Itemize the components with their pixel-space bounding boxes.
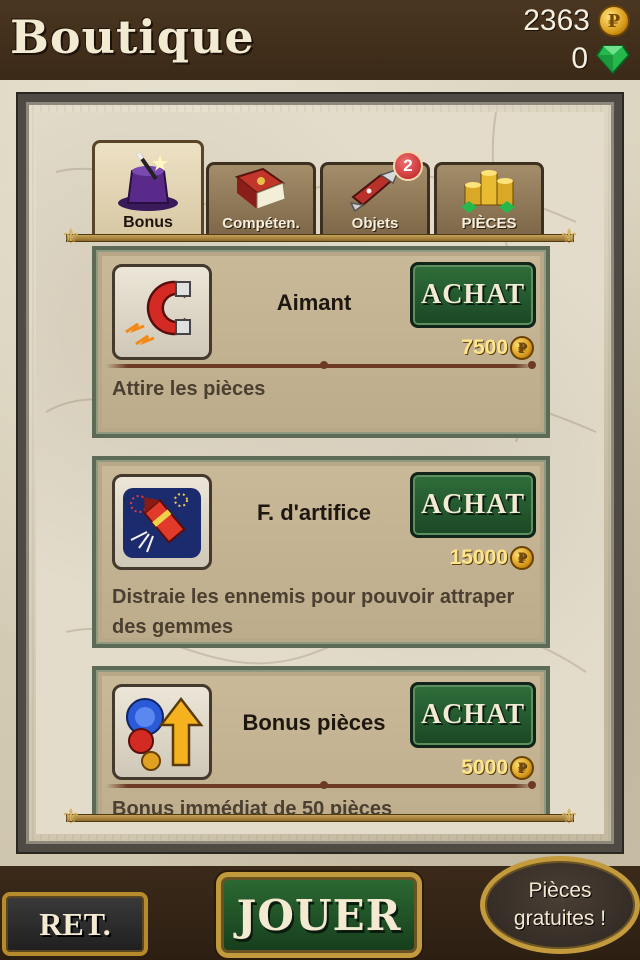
magic-hat-icon	[118, 151, 178, 211]
free-coins-button[interactable]: Pièces gratuites !	[480, 856, 640, 954]
item-description: Bonus immédiat de 50 pièces	[112, 798, 393, 814]
shop-item-aimant: Aimant ACHAT 7500 ₽ Attire les pièces	[92, 246, 550, 438]
coin-icon: ₽	[510, 546, 534, 570]
category-tabs: Bonus Compéten. 2 Objets PIÈCES	[92, 140, 550, 236]
fleur-icon: ⚜	[559, 225, 579, 250]
coin-icon: ₽	[510, 756, 534, 780]
page-title: Boutique	[10, 10, 255, 64]
price-value: 5000	[461, 756, 508, 779]
coin-balance: 2363 ₽	[523, 4, 630, 38]
buy-button-bonus-pieces[interactable]: ACHAT	[410, 682, 536, 748]
coin-stacks-icon	[461, 170, 515, 213]
item-name: Aimant	[276, 290, 352, 315]
spellbook-icon	[234, 167, 286, 210]
item-price: 15000 ₽	[450, 546, 534, 570]
coin-boost-icon	[126, 696, 204, 771]
item-price: 7500 ₽	[461, 336, 534, 360]
shop-item-bonus-pieces: Bonus pièces ACHAT 5000 ₽ Bonus immédiat…	[92, 666, 550, 814]
coin-icon: ₽	[510, 336, 534, 360]
shop-item-artifice: F. d'artifice ACHAT 15000 ₽ Distraie les…	[92, 456, 550, 648]
item-icon-frame	[112, 264, 212, 360]
gem-icon	[596, 45, 630, 74]
objets-badge: 2	[393, 151, 423, 181]
fleur-icon: ⚜	[61, 225, 81, 250]
item-name: F. d'artifice	[256, 500, 372, 525]
fleur-icon: ⚜	[61, 805, 81, 830]
back-button[interactable]: RET.	[2, 892, 148, 956]
tab-bonus[interactable]: Bonus	[92, 140, 204, 236]
item-panel: F. d'artifice ACHAT 15000 ₽ Distraie les…	[102, 466, 540, 638]
fleur-icon: ⚜	[559, 805, 579, 830]
item-panel: Bonus pièces ACHAT 5000 ₽ Bonus immédiat…	[102, 676, 540, 814]
firework-icon	[123, 488, 201, 558]
tab-competences[interactable]: Compéten.	[206, 162, 316, 236]
tab-label: Compéten.	[222, 215, 300, 232]
gold-rail-bottom: ⚜ ⚜	[61, 805, 579, 830]
magnet-icon	[125, 280, 191, 346]
shop-item-list[interactable]: Aimant ACHAT 7500 ₽ Attire les pièces F.…	[92, 242, 550, 814]
item-price: 5000 ₽	[461, 756, 534, 780]
item-description: Attire les pièces	[112, 378, 266, 400]
buy-button-artifice[interactable]: ACHAT	[410, 472, 536, 538]
tab-label: Bonus	[123, 214, 173, 231]
tab-label: PIÈCES	[461, 215, 517, 232]
gem-balance: 0	[571, 42, 630, 76]
item-divider	[106, 361, 536, 369]
coin-count: 2363	[523, 4, 590, 37]
price-value: 7500	[461, 336, 508, 359]
gold-rail-top: ⚜ ⚜	[61, 225, 579, 250]
item-icon-frame	[112, 684, 212, 780]
play-button[interactable]: JOUER	[216, 872, 422, 958]
tab-label: Objets	[351, 215, 399, 232]
item-description: Distraie les ennemis pour pouvoir attrap…	[112, 586, 515, 638]
gem-count: 0	[571, 42, 588, 75]
tab-pieces[interactable]: PIÈCES	[434, 162, 544, 236]
tab-objets[interactable]: 2 Objets	[320, 151, 430, 236]
item-divider	[106, 781, 536, 789]
buy-button-aimant[interactable]: ACHAT	[410, 262, 536, 328]
coin-icon: ₽	[598, 5, 630, 37]
price-value: 15000	[449, 546, 508, 569]
item-name: Bonus pièces	[242, 710, 386, 735]
item-icon-frame	[112, 474, 212, 570]
item-panel: Aimant ACHAT 7500 ₽ Attire les pièces	[102, 256, 540, 428]
